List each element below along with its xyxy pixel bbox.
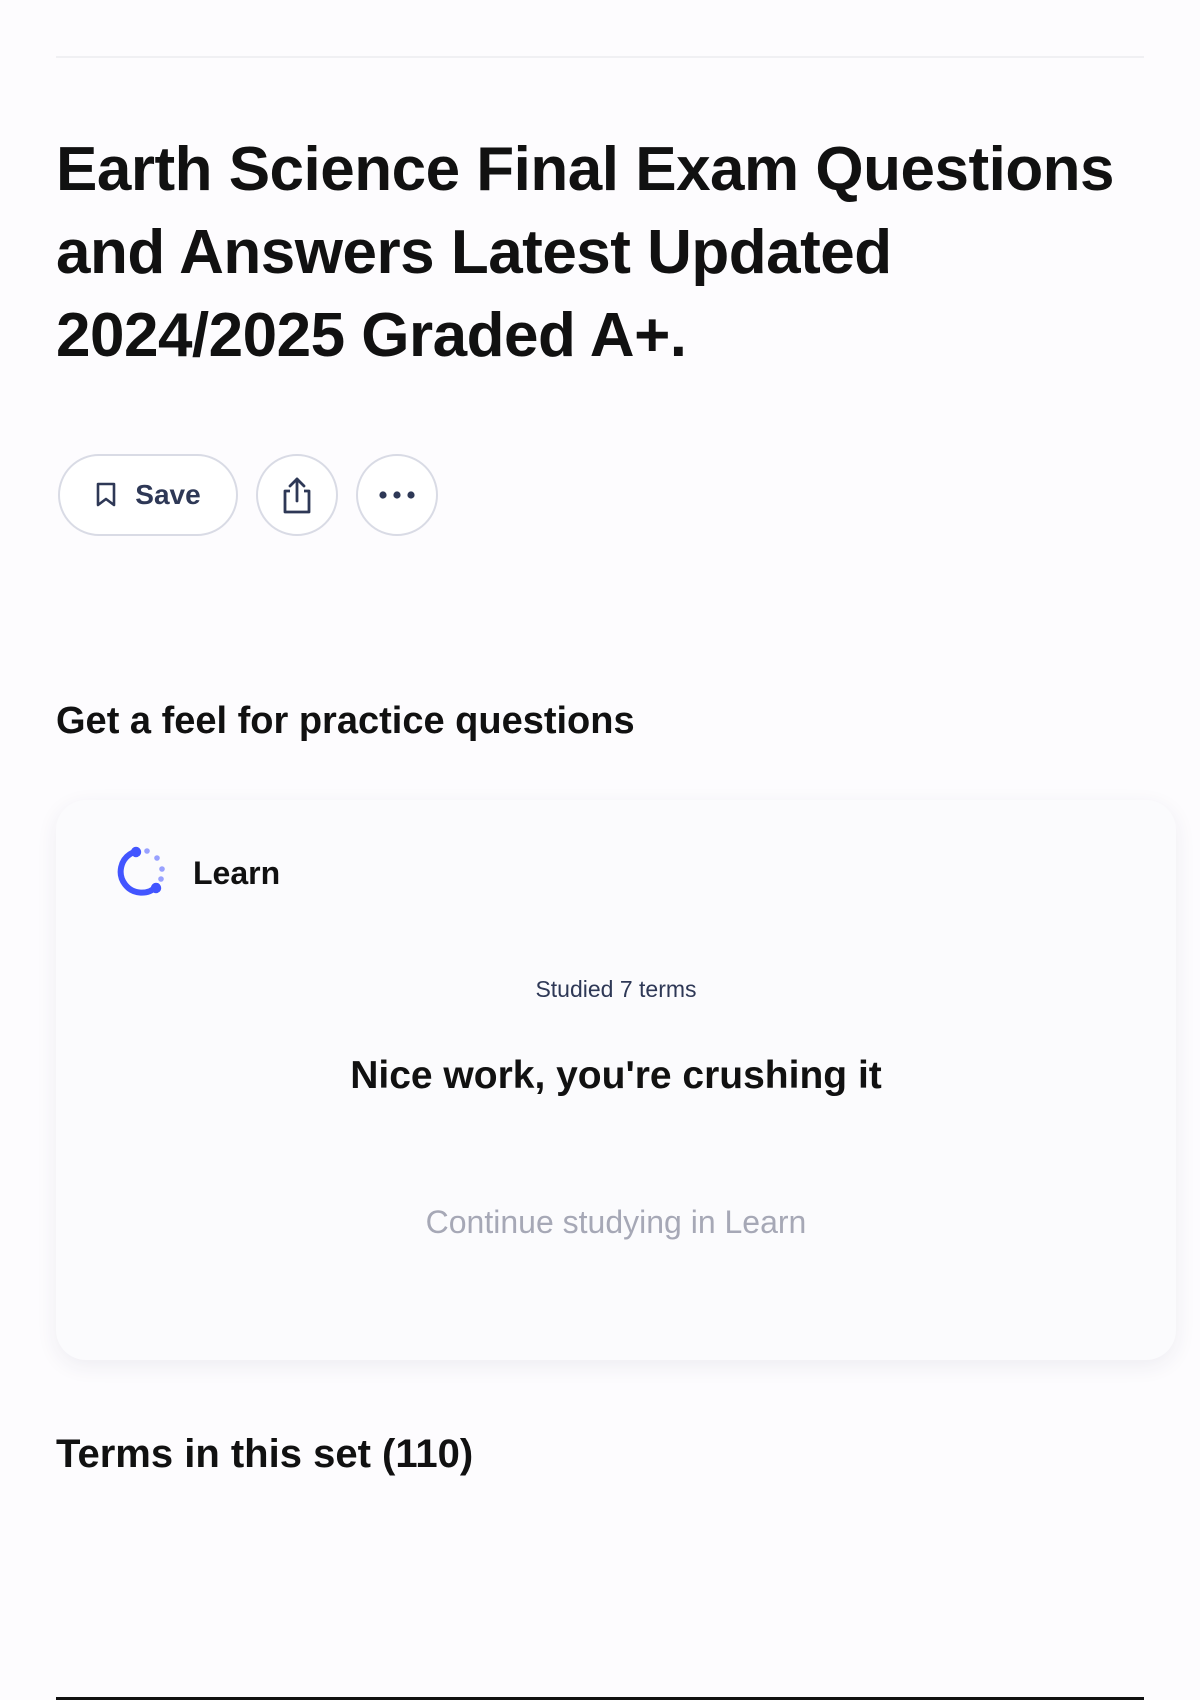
progress-message: Nice work, you're crushing it xyxy=(350,1054,882,1097)
continue-learn-link[interactable]: Continue studying in Learn xyxy=(56,1204,1176,1241)
save-button[interactable]: Save xyxy=(58,454,238,536)
more-horizontal-icon xyxy=(377,490,417,500)
learn-icon xyxy=(111,842,169,905)
set-actions: Save xyxy=(58,454,438,536)
learn-label: Learn xyxy=(193,855,281,891)
terms-heading: Terms in this set (110) xyxy=(56,1432,474,1476)
top-divider xyxy=(56,56,1144,58)
save-label: Save xyxy=(135,479,201,510)
set-title: Earth Science Final Exam Questions and A… xyxy=(56,135,1115,370)
studied-count: Studied 7 terms xyxy=(535,976,697,1002)
learn-card[interactable]: Learn Studied 7 terms Nice work, you're … xyxy=(56,800,1176,1360)
practice-heading: Get a feel for practice questions xyxy=(56,700,635,742)
page: Earth Science Final Exam Questions and A… xyxy=(0,0,1200,1700)
more-options-button[interactable] xyxy=(356,454,438,536)
share-icon xyxy=(279,475,315,515)
bookmark-icon xyxy=(95,482,117,508)
learn-header: Learn xyxy=(111,842,280,905)
share-button[interactable] xyxy=(256,454,338,536)
